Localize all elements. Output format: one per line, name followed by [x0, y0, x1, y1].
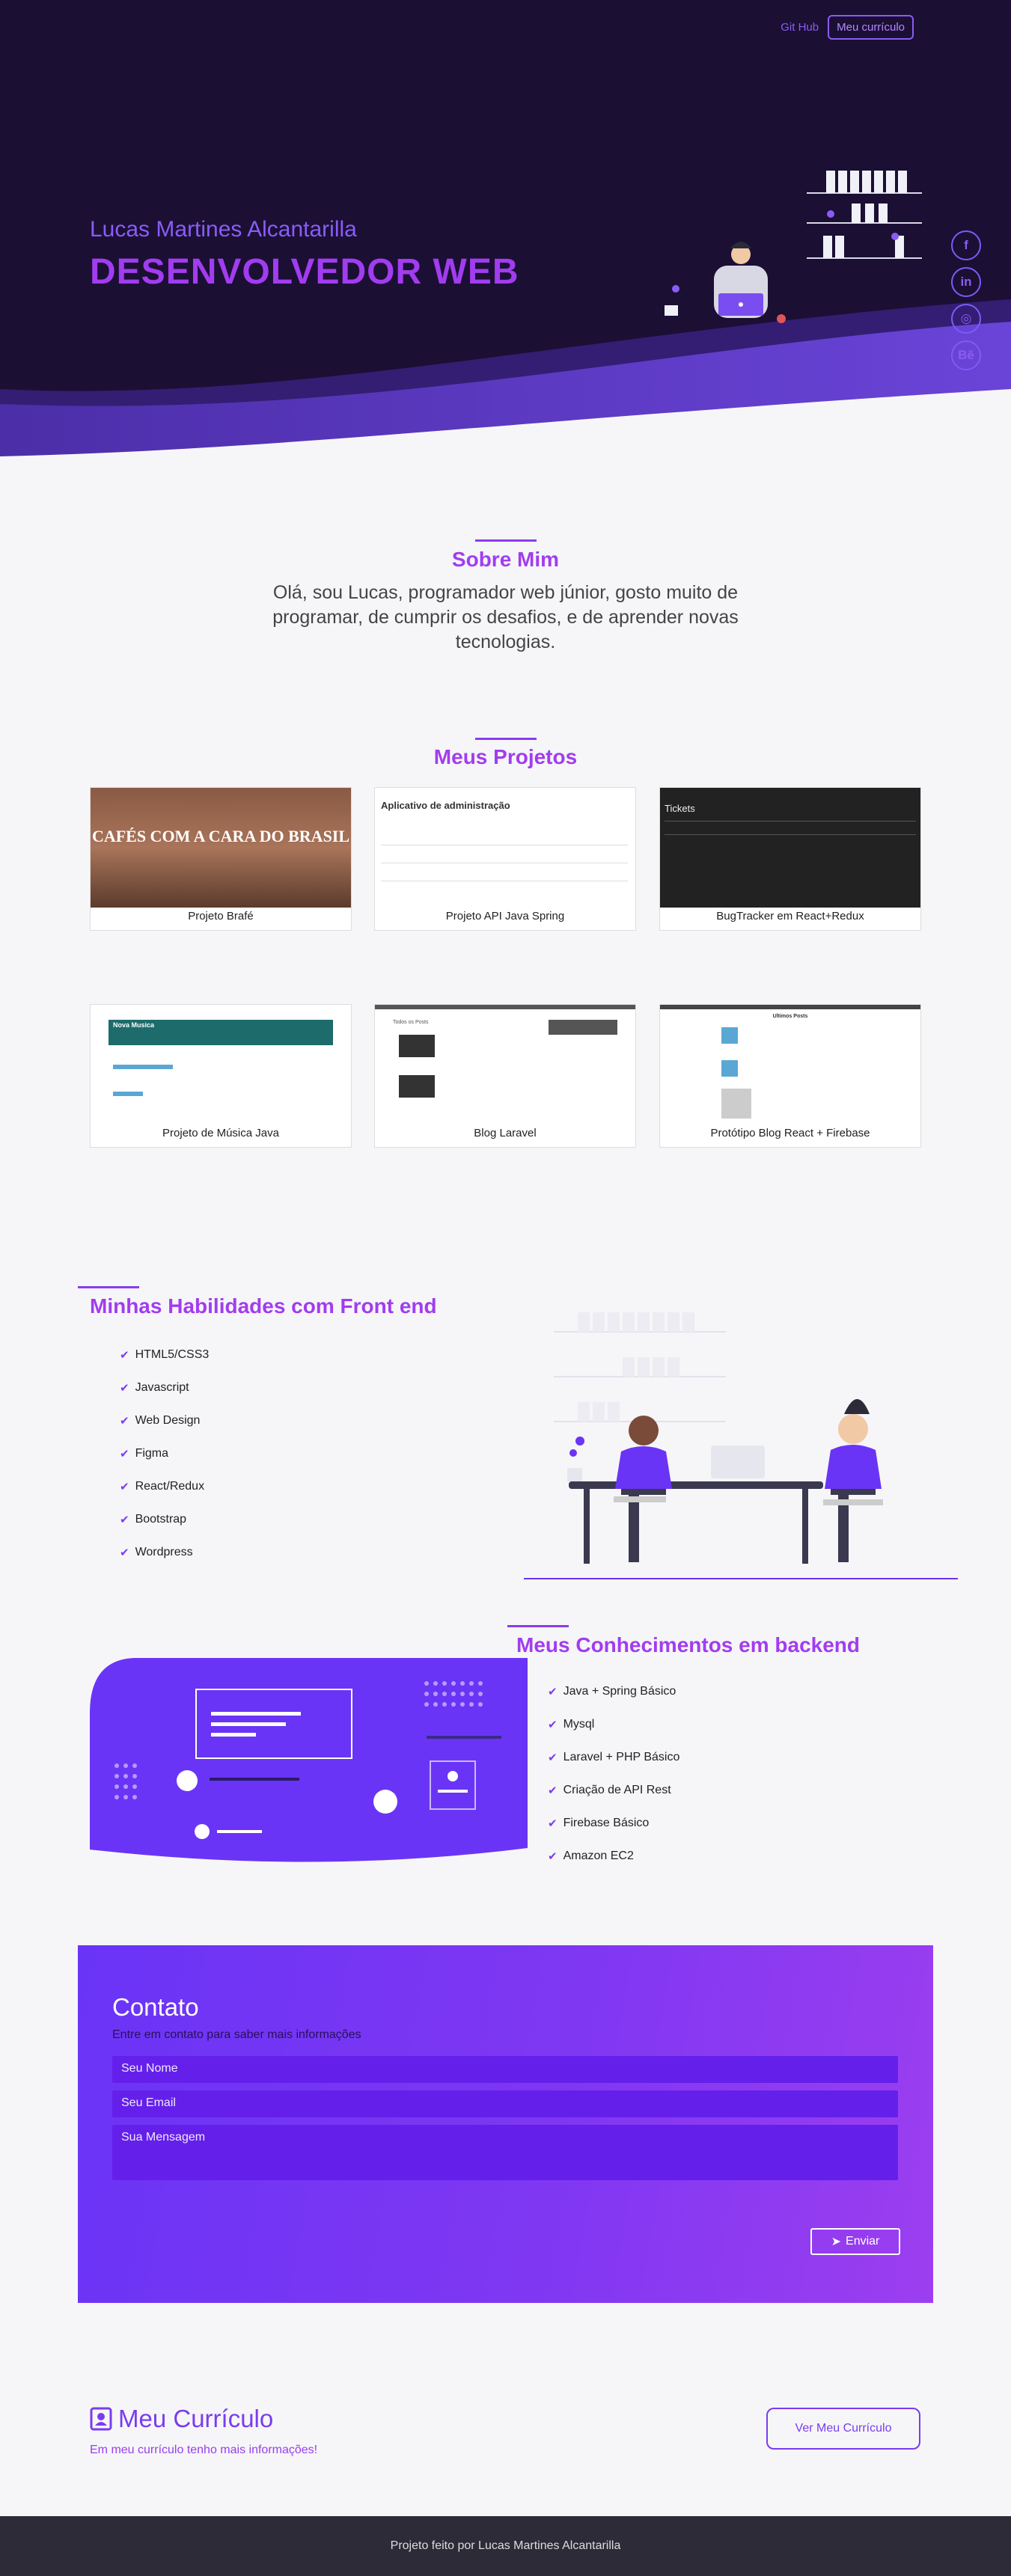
- name-field[interactable]: Seu Nome: [112, 2056, 898, 2083]
- project-card-blog-react-firebase[interactable]: Ultimos Posts Protótipo Blog React + Fir…: [659, 1004, 921, 1148]
- view-cv-button[interactable]: Ver Meu Currículo: [766, 2408, 920, 2450]
- top-nav: Git Hub Meu currículo: [781, 15, 914, 40]
- frontend-title-bar: [78, 1286, 139, 1288]
- curriculo-nav-button[interactable]: Meu currículo: [828, 15, 914, 40]
- backend-title: Meus Conhecimentos em backend: [516, 1633, 861, 1656]
- contact-title: Contato: [112, 1993, 199, 2021]
- project-card-api-spring[interactable]: Aplicativo de administração Projeto API …: [374, 787, 636, 931]
- backend-skill-list: ✔ Java + Spring Básico ✔ Mysql ✔ Laravel + …: [548, 1675, 679, 1873]
- message-field[interactable]: Sua Mensagem: [112, 2125, 898, 2180]
- check-icon: ✔: [548, 1850, 558, 1863]
- developer-illustration: [665, 210, 899, 323]
- list-item: ✔ Firebase Básico: [548, 1817, 650, 1830]
- list-item: ✔ Javascript: [120, 1381, 189, 1395]
- check-icon: ✔: [548, 1686, 558, 1698]
- project-thumb: Todos os Posts: [375, 1005, 635, 1125]
- project-thumb: Aplicativo de administração: [375, 788, 635, 908]
- facebook-icon[interactable]: f: [951, 230, 981, 260]
- list-item: ✔ Criação de API Rest: [548, 1784, 671, 1797]
- frontend-title: Minhas Habilidades com Front end: [90, 1294, 437, 1318]
- email-field[interactable]: Seu Email: [112, 2090, 898, 2117]
- contact-section: Contato Entre em contato para saber mais…: [78, 1945, 933, 2303]
- whatsapp-icon[interactable]: ◎: [951, 304, 981, 334]
- send-button[interactable]: ➤ Enviar: [810, 2228, 900, 2255]
- list-item: ✔ React/Redux: [120, 1480, 205, 1493]
- project-caption: Protótipo Blog React + Firebase: [710, 1127, 870, 1139]
- list-item: ✔ Amazon EC2: [548, 1850, 634, 1863]
- project-card-musica-java[interactable]: Nova Musica Projeto de Música Java: [90, 1004, 352, 1148]
- project-card-bugtracker[interactable]: Tickets BugTracker em React+Redux: [659, 787, 921, 931]
- list-item: ✔ HTML5/CSS3: [120, 1348, 210, 1362]
- check-icon: ✔: [548, 1817, 558, 1830]
- project-caption: BugTracker em React+Redux: [716, 910, 864, 923]
- contact-subtitle: Entre em contato para saber mais informa…: [112, 2028, 361, 2041]
- page: Git Hub Meu currículo Lucas Martines Alc…: [0, 0, 1011, 2576]
- project-caption: Projeto API Java Spring: [445, 910, 565, 923]
- hero-title: DESENVOLVEDOR WEB: [90, 252, 519, 292]
- footer-text: Projeto feito por Lucas Martines Alcanta…: [390, 2539, 621, 2552]
- footer: Projeto feito por Lucas Martines Alcanta…: [0, 2516, 1011, 2576]
- list-item: ✔ Figma: [120, 1447, 169, 1460]
- check-icon: ✔: [548, 1752, 558, 1764]
- check-icon: ✔: [120, 1448, 129, 1460]
- list-item: ✔ Mysql: [548, 1718, 595, 1731]
- project-thumb: CAFÉS COM A CARA DO BRASIL: [91, 788, 351, 908]
- backend-title-bar: [507, 1625, 569, 1627]
- projects-title: Meus Projetos: [433, 745, 578, 768]
- check-icon: ✔: [120, 1481, 129, 1493]
- about-title: Sobre Mim: [451, 548, 560, 571]
- project-thumb: Tickets: [660, 788, 920, 908]
- project-thumb: Ultimos Posts: [660, 1005, 920, 1125]
- linkedin-icon[interactable]: in: [951, 267, 981, 297]
- project-caption: Projeto Brafé: [188, 910, 254, 923]
- check-icon: ✔: [548, 1784, 558, 1797]
- cv-title: Meu Currículo: [90, 2405, 273, 2433]
- projects-title-bar: [475, 738, 537, 740]
- behance-icon[interactable]: Bē: [951, 340, 981, 370]
- project-caption: Blog Laravel: [474, 1127, 537, 1139]
- backend-illustration: [90, 1658, 528, 1862]
- check-icon: ✔: [120, 1349, 129, 1362]
- frontend-skill-list: ✔ HTML5/CSS3 ✔ Javascript ✔ Web Design ✔ Fig…: [120, 1339, 209, 1569]
- cv-subtitle: Em meu currículo tenho mais informações!: [90, 2444, 318, 2456]
- cv-title-text: Meu Currículo: [118, 2405, 274, 2432]
- check-icon: ✔: [120, 1546, 129, 1559]
- about-title-bar: [475, 539, 537, 542]
- paper-plane-icon: ➤: [831, 2236, 842, 2248]
- check-icon: ✔: [120, 1514, 129, 1526]
- send-label: Enviar: [846, 2235, 880, 2248]
- list-item: ✔ Laravel + PHP Básico: [548, 1751, 680, 1764]
- project-thumb-text: Aplicativo de administração: [381, 800, 510, 811]
- list-item: ✔ Bootstrap: [120, 1513, 187, 1526]
- check-icon: ✔: [120, 1415, 129, 1428]
- hero-name: Lucas Martines Alcantarilla: [90, 217, 357, 242]
- hero-section: Git Hub Meu currículo Lucas Martines Alc…: [0, 0, 1011, 456]
- project-thumb: Nova Musica: [91, 1005, 351, 1125]
- about-text: Olá, sou Lucas, programador web júnior, …: [272, 582, 739, 652]
- github-link[interactable]: Git Hub: [781, 21, 819, 34]
- project-thumb-text: Todos os Posts: [393, 1020, 429, 1025]
- project-thumb-text: CAFÉS COM A CARA DO BRASIL: [91, 827, 350, 845]
- check-icon: ✔: [548, 1719, 558, 1731]
- team-working-illustration: [524, 1312, 958, 1579]
- project-thumb-text: Ultimos Posts: [772, 1014, 808, 1019]
- check-icon: ✔: [120, 1382, 129, 1395]
- project-caption: Projeto de Música Java: [162, 1127, 279, 1139]
- project-thumb-text: Nova Musica: [113, 1021, 155, 1029]
- social-links: f in ◎ Bē: [951, 230, 981, 370]
- project-card-brafe[interactable]: CAFÉS COM A CARA DO BRASIL Projeto Brafé: [90, 787, 352, 931]
- project-card-blog-laravel[interactable]: Todos os Posts Blog Laravel: [374, 1004, 636, 1148]
- list-item: ✔ Wordpress: [120, 1546, 193, 1559]
- list-item: ✔ Web Design: [120, 1414, 201, 1428]
- list-item: ✔ Java + Spring Básico: [548, 1685, 676, 1698]
- id-card-icon: [90, 2407, 112, 2431]
- project-thumb-text: Tickets: [665, 803, 695, 814]
